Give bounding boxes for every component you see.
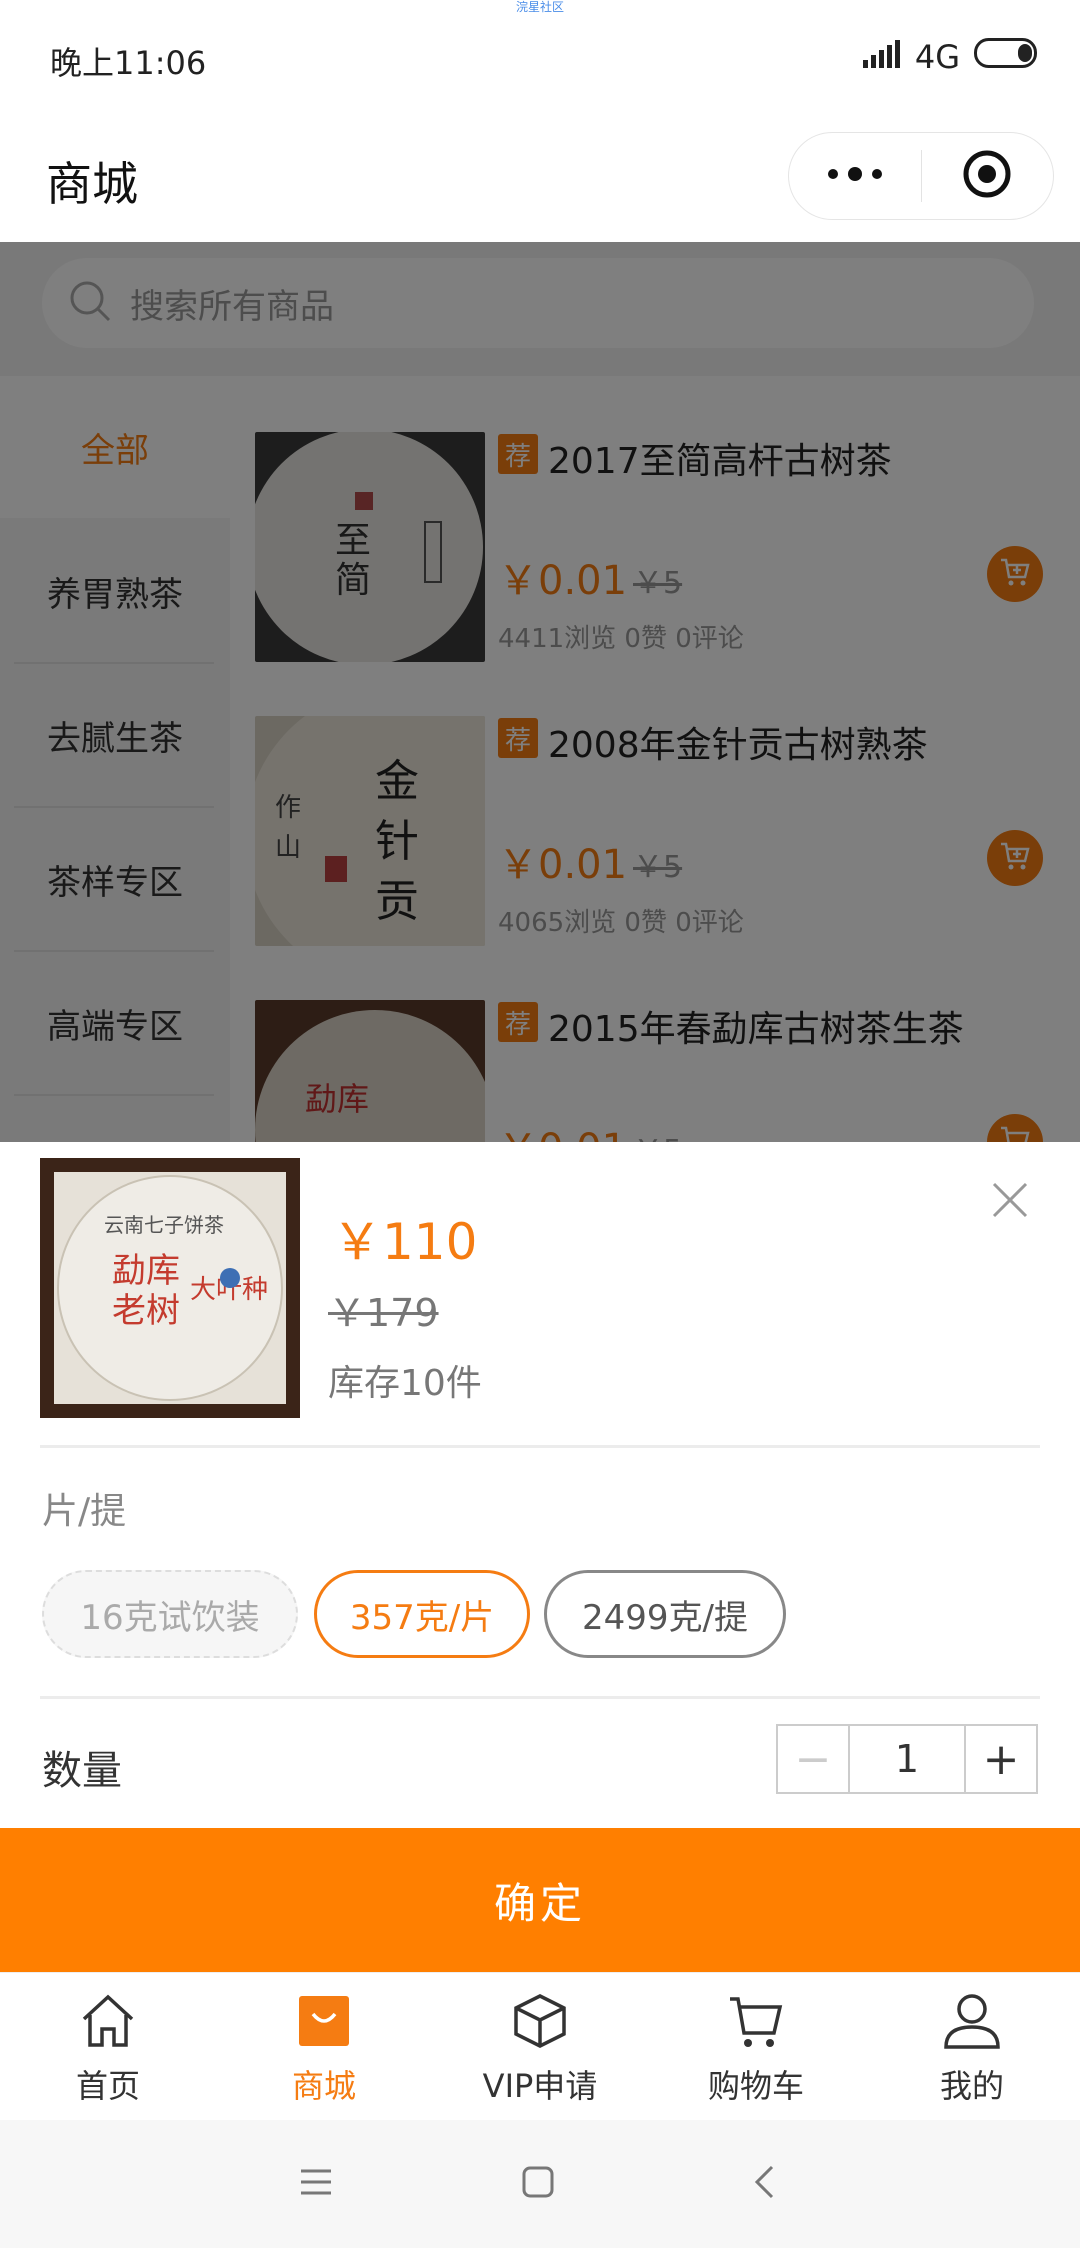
status-indicators: 4G <box>862 38 1040 76</box>
decrease-button[interactable]: − <box>778 1726 848 1792</box>
sku-selector-sheet: 云南七子饼茶 勐库 老树 大叶种 ￥110 ￥179 库存10件 片/提 16克… <box>0 1142 1080 1972</box>
miniapp-capsule <box>788 132 1054 220</box>
divider <box>40 1696 1040 1699</box>
sku-old-price: ￥179 <box>328 1291 439 1335</box>
sku-stock: 库存10件 <box>328 1363 482 1404</box>
tab-label: 我的 <box>939 2067 1004 2105</box>
cube-icon <box>508 1989 572 2053</box>
close-icon <box>988 1182 1032 1226</box>
more-dots-icon <box>826 166 884 186</box>
svg-text:老树: 老树 <box>112 1291 180 1331</box>
spec-option-16g: 16克试饮装 <box>42 1570 298 1658</box>
home-button[interactable] <box>516 2162 560 2206</box>
spec-option-357g[interactable]: 357克/片 <box>314 1570 530 1658</box>
svg-text:勐库: 勐库 <box>112 1251 180 1291</box>
home-icon <box>76 1989 140 2053</box>
divider <box>40 1445 1040 1448</box>
back-button[interactable] <box>742 2162 786 2206</box>
network-type: 4G <box>914 38 960 76</box>
modal-backdrop[interactable] <box>0 242 1080 1142</box>
confirm-button[interactable]: 确定 <box>0 1828 1080 1972</box>
close-miniapp-button[interactable] <box>922 133 1054 219</box>
target-circle-icon <box>962 149 1012 203</box>
tab-mine[interactable]: 我的 <box>864 1973 1080 2121</box>
tab-label: 商城 <box>291 2067 356 2105</box>
quantity-label: 数量 <box>42 1748 122 1794</box>
sku-product-image: 云南七子饼茶 勐库 老树 大叶种 <box>40 1158 300 1418</box>
menu-icon <box>299 2167 333 2201</box>
sku-price: ￥110 <box>332 1213 478 1271</box>
tab-label: 首页 <box>75 2067 140 2105</box>
close-sheet-button[interactable] <box>988 1178 1032 1222</box>
increase-button[interactable]: + <box>966 1726 1036 1792</box>
back-chevron-icon <box>752 2164 776 2204</box>
status-time: 晚上11:06 <box>50 44 207 82</box>
signal-icon <box>862 38 901 76</box>
system-nav-bar <box>0 2120 1080 2248</box>
page-title: 商城 <box>46 157 138 211</box>
status-bar: 浣星社区 晚上11:06 4G <box>0 0 1080 110</box>
svg-text:云南七子饼茶: 云南七子饼茶 <box>104 1213 224 1237</box>
tab-label: 购物车 <box>707 2067 804 2105</box>
more-button[interactable] <box>789 133 921 219</box>
square-icon <box>521 2165 555 2203</box>
nav-bar: 商城 <box>0 110 1080 242</box>
menu-button[interactable] <box>294 2162 338 2206</box>
tab-shop[interactable]: 商城 <box>216 1973 432 2121</box>
battery-icon <box>974 38 1040 76</box>
tab-home[interactable]: 首页 <box>0 1973 216 2121</box>
quantity-value[interactable]: 1 <box>848 1726 966 1792</box>
tab-vip[interactable]: VIP申请 <box>432 1973 648 2121</box>
top-tiny-label: 浣星社区 <box>515 0 564 14</box>
quantity-stepper: − 1 + <box>776 1724 1038 1794</box>
spec-group-title: 片/提 <box>42 1491 127 1532</box>
spec-option-2499g[interactable]: 2499克/提 <box>544 1570 786 1658</box>
cart-icon <box>724 1989 788 2053</box>
tab-label: VIP申请 <box>482 2067 598 2105</box>
shop-bag-icon <box>292 1989 356 2053</box>
tab-cart[interactable]: 购物车 <box>648 1973 864 2121</box>
tab-bar: 首页 商城 VIP申请 购物车 我的 <box>0 1972 1080 2120</box>
user-icon <box>940 1989 1004 2053</box>
